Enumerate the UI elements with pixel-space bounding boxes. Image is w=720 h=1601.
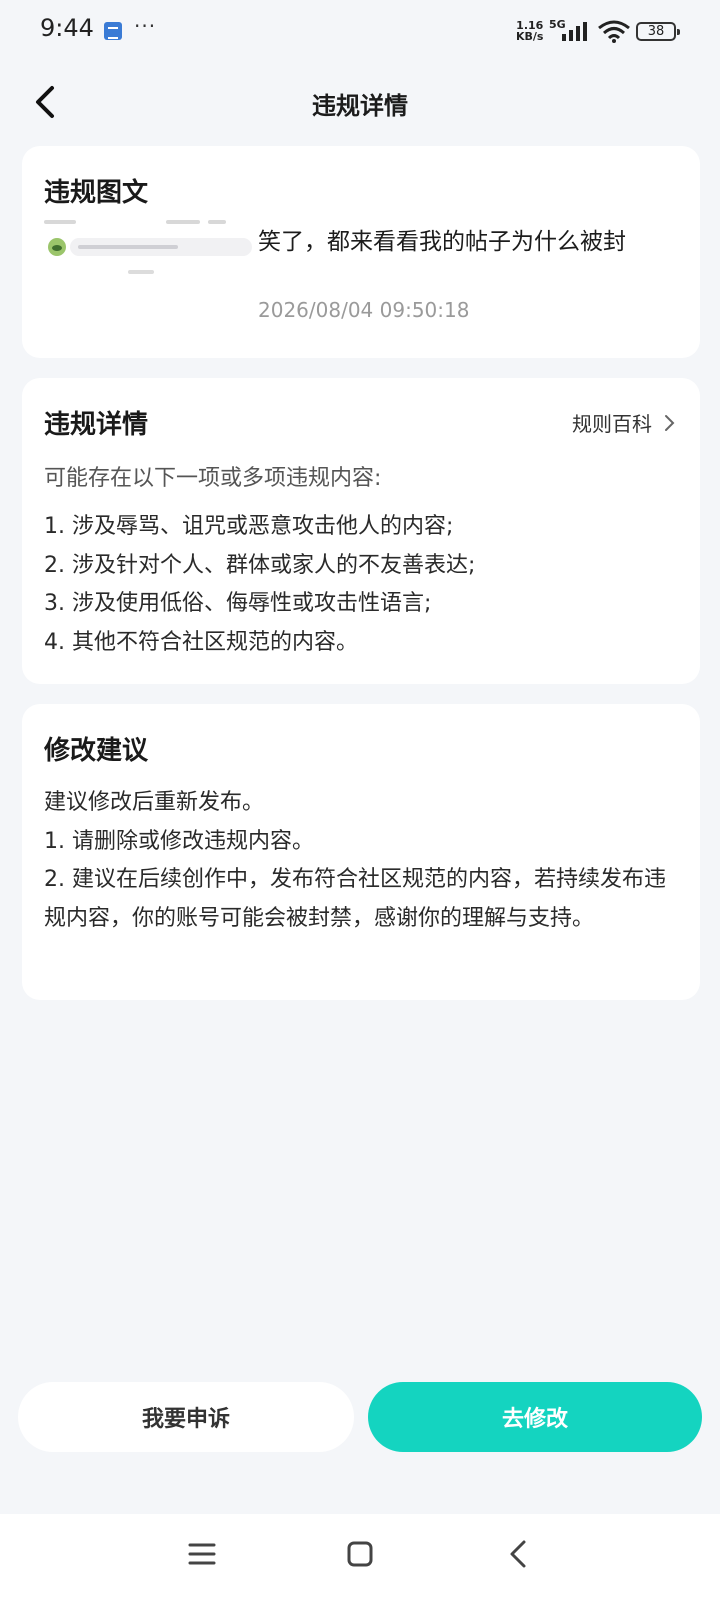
thumbnail-comment-box xyxy=(70,238,252,256)
status-time: 9:44 xyxy=(40,14,94,42)
thumbnail-header-line xyxy=(44,220,252,226)
violation-item: 4. 其他不符合社区规范的内容。 xyxy=(44,629,358,655)
post-thumbnail[interactable] xyxy=(44,220,252,316)
back-triangle-icon[interactable] xyxy=(504,1538,532,1570)
rules-wiki-label: 规则百科 xyxy=(572,412,652,436)
violation-detail-card: 违规详情 规则百科 可能存在以下一项或多项违规内容: 1. 涉及辱骂、诅咒或恶意… xyxy=(22,378,700,684)
wifi-icon xyxy=(598,20,630,43)
home-square-icon[interactable] xyxy=(346,1540,374,1568)
modification-advice-card: 修改建议 建议修改后重新发布。 1. 请删除或修改违规内容。 2. 建议在后续创… xyxy=(22,704,700,1000)
page-title: 违规详情 xyxy=(312,92,408,120)
post-card-title: 违规图文 xyxy=(44,178,149,208)
advice-text: 建议修改后重新发布。 1. 请删除或修改违规内容。 2. 建议在后续创作中，发布… xyxy=(44,784,684,938)
network-speed: 1.16 KB/s xyxy=(516,20,543,42)
violation-item: 1. 涉及辱骂、诅咒或恶意攻击他人的内容; xyxy=(44,514,454,539)
thumbnail-avatar xyxy=(48,238,66,256)
violation-item: 2. 涉及针对个人、群体或家人的不友善表达; xyxy=(44,552,476,578)
violation-list: 1. 涉及辱骂、诅咒或恶意攻击他人的内容; 2. 涉及针对个人、群体或家人的不友… xyxy=(44,508,475,662)
modify-button[interactable]: 去修改 xyxy=(368,1382,702,1452)
signal-icon xyxy=(562,22,587,41)
violating-post-card[interactable]: 违规图文 笑了，都来看看我的帖子为什么被封 2026/08/04 09:50:1… xyxy=(22,146,700,358)
post-text: 笑了，都来看看我的帖子为什么被封 xyxy=(258,229,626,255)
rules-wiki-link[interactable]: 规则百科 xyxy=(572,408,676,437)
thumbnail-more-text xyxy=(128,270,154,274)
app-notification-icon xyxy=(104,22,122,40)
advice-line: 2. 建议在后续创作中，发布符合社区规范的内容，若持续发布违规内容，你的账号可能… xyxy=(44,867,666,931)
advice-line: 1. 请删除或修改违规内容。 xyxy=(44,828,314,854)
advice-card-title: 修改建议 xyxy=(44,736,149,766)
post-timestamp: 2026/08/04 09:50:18 xyxy=(258,298,470,322)
network-speed-unit: KB/s xyxy=(516,30,544,43)
appeal-button[interactable]: 我要申诉 xyxy=(18,1382,354,1452)
status-more-icon: ··· xyxy=(134,14,157,38)
menu-icon[interactable] xyxy=(188,1540,216,1568)
status-bar: 9:44 ··· 1.16 KB/s 5G 38 xyxy=(0,0,720,64)
violation-intro: 可能存在以下一项或多项违规内容: xyxy=(44,466,382,491)
nav-bar: 违规详情 xyxy=(0,64,720,140)
violation-item: 3. 涉及使用低俗、侮辱性或攻击性语言; xyxy=(44,591,432,616)
battery-icon: 38 xyxy=(636,22,680,41)
violation-card-title: 违规详情 xyxy=(44,410,149,440)
chevron-right-icon xyxy=(665,414,675,431)
advice-line: 建议修改后重新发布。 xyxy=(44,790,265,815)
system-nav-bar xyxy=(0,1514,720,1601)
